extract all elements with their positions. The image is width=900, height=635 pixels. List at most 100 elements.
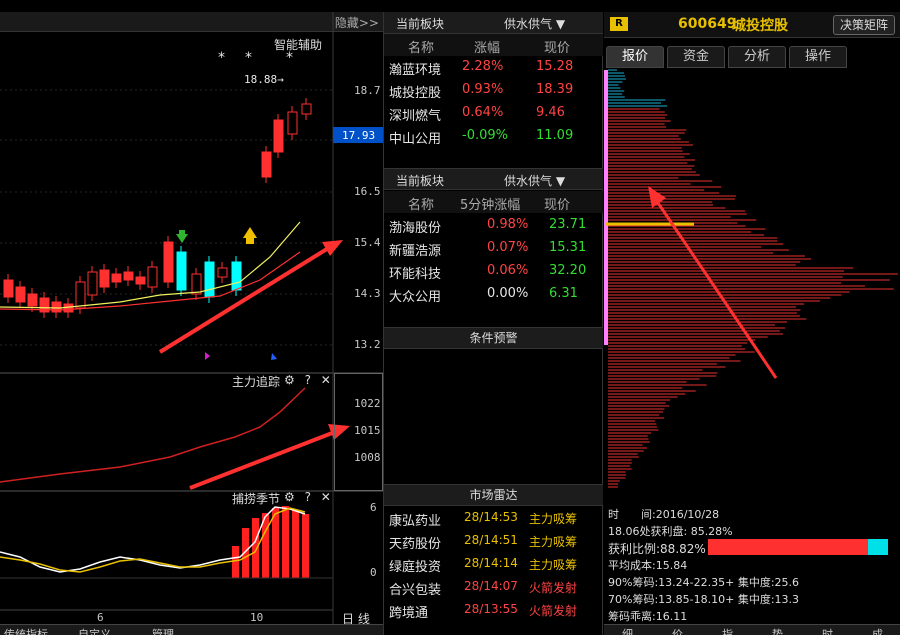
tab-trend[interactable]: 势 — [772, 626, 783, 635]
chip-distribution-chart[interactable] — [604, 68, 900, 508]
candle — [192, 274, 201, 294]
radar-row[interactable]: 天药股份 28/14:51 主力吸筹 — [384, 530, 603, 553]
tab-quote[interactable]: 报价 — [606, 46, 664, 68]
stat-profit-ratio: 获利比例:88.82% — [608, 540, 706, 557]
radar-title: 市场雷达 — [469, 488, 517, 502]
sector-panel: 当前板块 供水供气 ▼ 名称 涨幅 现价 瀚蓝环境 2.28% 15.28 城投控股 0… — [383, 12, 603, 635]
change-cell: 0.06% — [487, 263, 528, 278]
kline-chart-panel[interactable]: 隐藏>> 智能辅助 * * * 18.88→ 18.7 17.93 16.5 1… — [0, 0, 383, 635]
profit-ratio-bar — [708, 539, 888, 555]
change-cell: 0.64% — [462, 105, 503, 120]
radar-stock: 康弘药业 — [389, 510, 441, 529]
stock-name-cell: 环能科技 — [389, 263, 441, 282]
candle — [262, 152, 271, 177]
sector2-row[interactable]: 新疆浩源 0.07% 15.31 — [384, 237, 603, 260]
sector1-dropdown[interactable]: 供水供气 ▼ — [504, 15, 565, 32]
tab-index[interactable]: 指 — [722, 626, 733, 635]
sector1-row[interactable]: 城投控股 0.93% 18.39 — [384, 79, 603, 102]
radar-row[interactable]: 合兴包装 28/14:07 火箭发射 — [384, 576, 603, 599]
sector1-row[interactable]: 中山公用 -0.09% 11.09 — [384, 125, 603, 148]
chart-canvas[interactable] — [0, 12, 383, 624]
alert-header[interactable]: 条件预警 — [384, 327, 603, 349]
price-cell: 15.31 — [549, 240, 586, 255]
high-price-marker: 18.88→ — [244, 73, 284, 86]
season-bars — [232, 506, 309, 578]
season-bar — [282, 506, 289, 578]
tab-price[interactable]: 价 — [672, 626, 683, 635]
tab-analysis[interactable]: 分析 — [728, 46, 786, 68]
col-change[interactable]: 涨幅 — [474, 37, 500, 56]
radar-time: 28/14:07 — [464, 579, 518, 593]
season-bar — [252, 518, 259, 578]
radar-header[interactable]: 市场雷达 — [384, 484, 603, 506]
candle — [16, 287, 25, 302]
tab-time[interactable]: 时 — [822, 626, 833, 635]
season-bar — [292, 510, 299, 578]
stock-info-panel: R 600649 城投控股 决策矩阵 报价 资金 分析 操作 时 间:2016/… — [604, 12, 900, 635]
candle — [88, 272, 97, 295]
radar-stock: 跨境通 — [389, 602, 428, 621]
indicator-controls[interactable]: ⚙ ? ✕ — [284, 373, 334, 387]
tab-operation[interactable]: 操作 — [789, 46, 847, 68]
stock-name-cell: 深圳燃气 — [389, 105, 441, 124]
candle — [124, 272, 133, 280]
sector2-row[interactable]: 大众公用 0.00% 6.31 — [384, 283, 603, 306]
change-cell: 0.98% — [487, 217, 528, 232]
sector2-columns: 名称 5分钟涨幅 现价 — [384, 191, 603, 213]
sector1-row[interactable]: 瀚蓝环境 2.28% 15.28 — [384, 56, 603, 79]
price-cell: 32.20 — [549, 263, 586, 278]
sector2-row[interactable]: 渤海股份 0.98% 23.71 — [384, 214, 603, 237]
price-cell: 23.71 — [549, 217, 586, 232]
stock-name: 城投控股 — [732, 15, 788, 35]
assistant-label[interactable]: 智能辅助 — [274, 36, 322, 53]
col-name[interactable]: 名称 — [408, 37, 434, 56]
tab-custom[interactable]: 自定义 — [78, 626, 111, 635]
stock-code: 600649 — [678, 16, 736, 32]
decision-matrix-button[interactable]: 决策矩阵 — [833, 15, 895, 35]
tab-manage[interactable]: 管理 — [152, 626, 174, 635]
y-tick: 1008 — [354, 451, 381, 464]
stat-avg-cost: 平均成本:15.84 — [608, 557, 687, 573]
radar-time: 28/14:53 — [464, 510, 518, 524]
candle — [288, 112, 297, 134]
sector1-row[interactable]: 深圳燃气 0.64% 9.46 — [384, 102, 603, 125]
sector1-columns: 名称 涨幅 现价 — [384, 34, 603, 56]
col-price[interactable]: 现价 — [544, 194, 570, 213]
tab-traditional-indicators[interactable]: 传统指标 — [4, 626, 48, 635]
tab-volume[interactable]: 成 — [872, 626, 883, 635]
price-cell: 15.28 — [536, 59, 573, 74]
stock-header: R 600649 城投控股 决策矩阵 — [604, 12, 900, 38]
sell-signal-marker — [271, 353, 277, 360]
alert-title: 条件预警 — [469, 331, 517, 345]
radar-row[interactable]: 跨境通 28/13:55 火箭发射 — [384, 599, 603, 622]
tab-funds[interactable]: 资金 — [667, 46, 725, 68]
price-cell: 11.09 — [536, 128, 573, 143]
sector2-row[interactable]: 环能科技 0.06% 32.20 — [384, 260, 603, 283]
radar-time: 28/14:51 — [464, 533, 518, 547]
tab-detail[interactable]: 细 — [622, 626, 633, 635]
y-tick: 18.7 — [354, 84, 381, 97]
x-tick: 10 — [250, 611, 263, 624]
candle — [164, 242, 173, 282]
col-name[interactable]: 名称 — [408, 194, 434, 213]
candle — [28, 294, 37, 306]
radar-time: 28/13:55 — [464, 602, 518, 616]
change-cell: -0.09% — [462, 128, 508, 143]
candle — [177, 252, 186, 290]
indicator-controls[interactable]: ⚙ ? ✕ — [284, 490, 334, 504]
y-tick: 14.3 — [354, 287, 381, 300]
col-price[interactable]: 现价 — [544, 37, 570, 56]
candle — [76, 282, 85, 308]
stat-profit-at: 18.06处获利盘: 85.28% — [608, 523, 733, 539]
radar-stock: 合兴包装 — [389, 579, 441, 598]
radar-stock: 天药股份 — [389, 533, 441, 552]
rating-badge: R — [610, 17, 628, 31]
sector2-dropdown[interactable]: 供水供气 ▼ — [504, 172, 565, 189]
candle — [274, 120, 283, 152]
radar-row[interactable]: 绿庭投资 28/14:14 主力吸筹 — [384, 553, 603, 576]
radar-row[interactable]: 康弘药业 28/14:53 主力吸筹 — [384, 507, 603, 530]
change-cell: 2.28% — [462, 59, 503, 74]
price-cell: 9.46 — [536, 105, 565, 120]
main-force-line — [0, 388, 305, 482]
col-5min-change[interactable]: 5分钟涨幅 — [460, 194, 520, 213]
